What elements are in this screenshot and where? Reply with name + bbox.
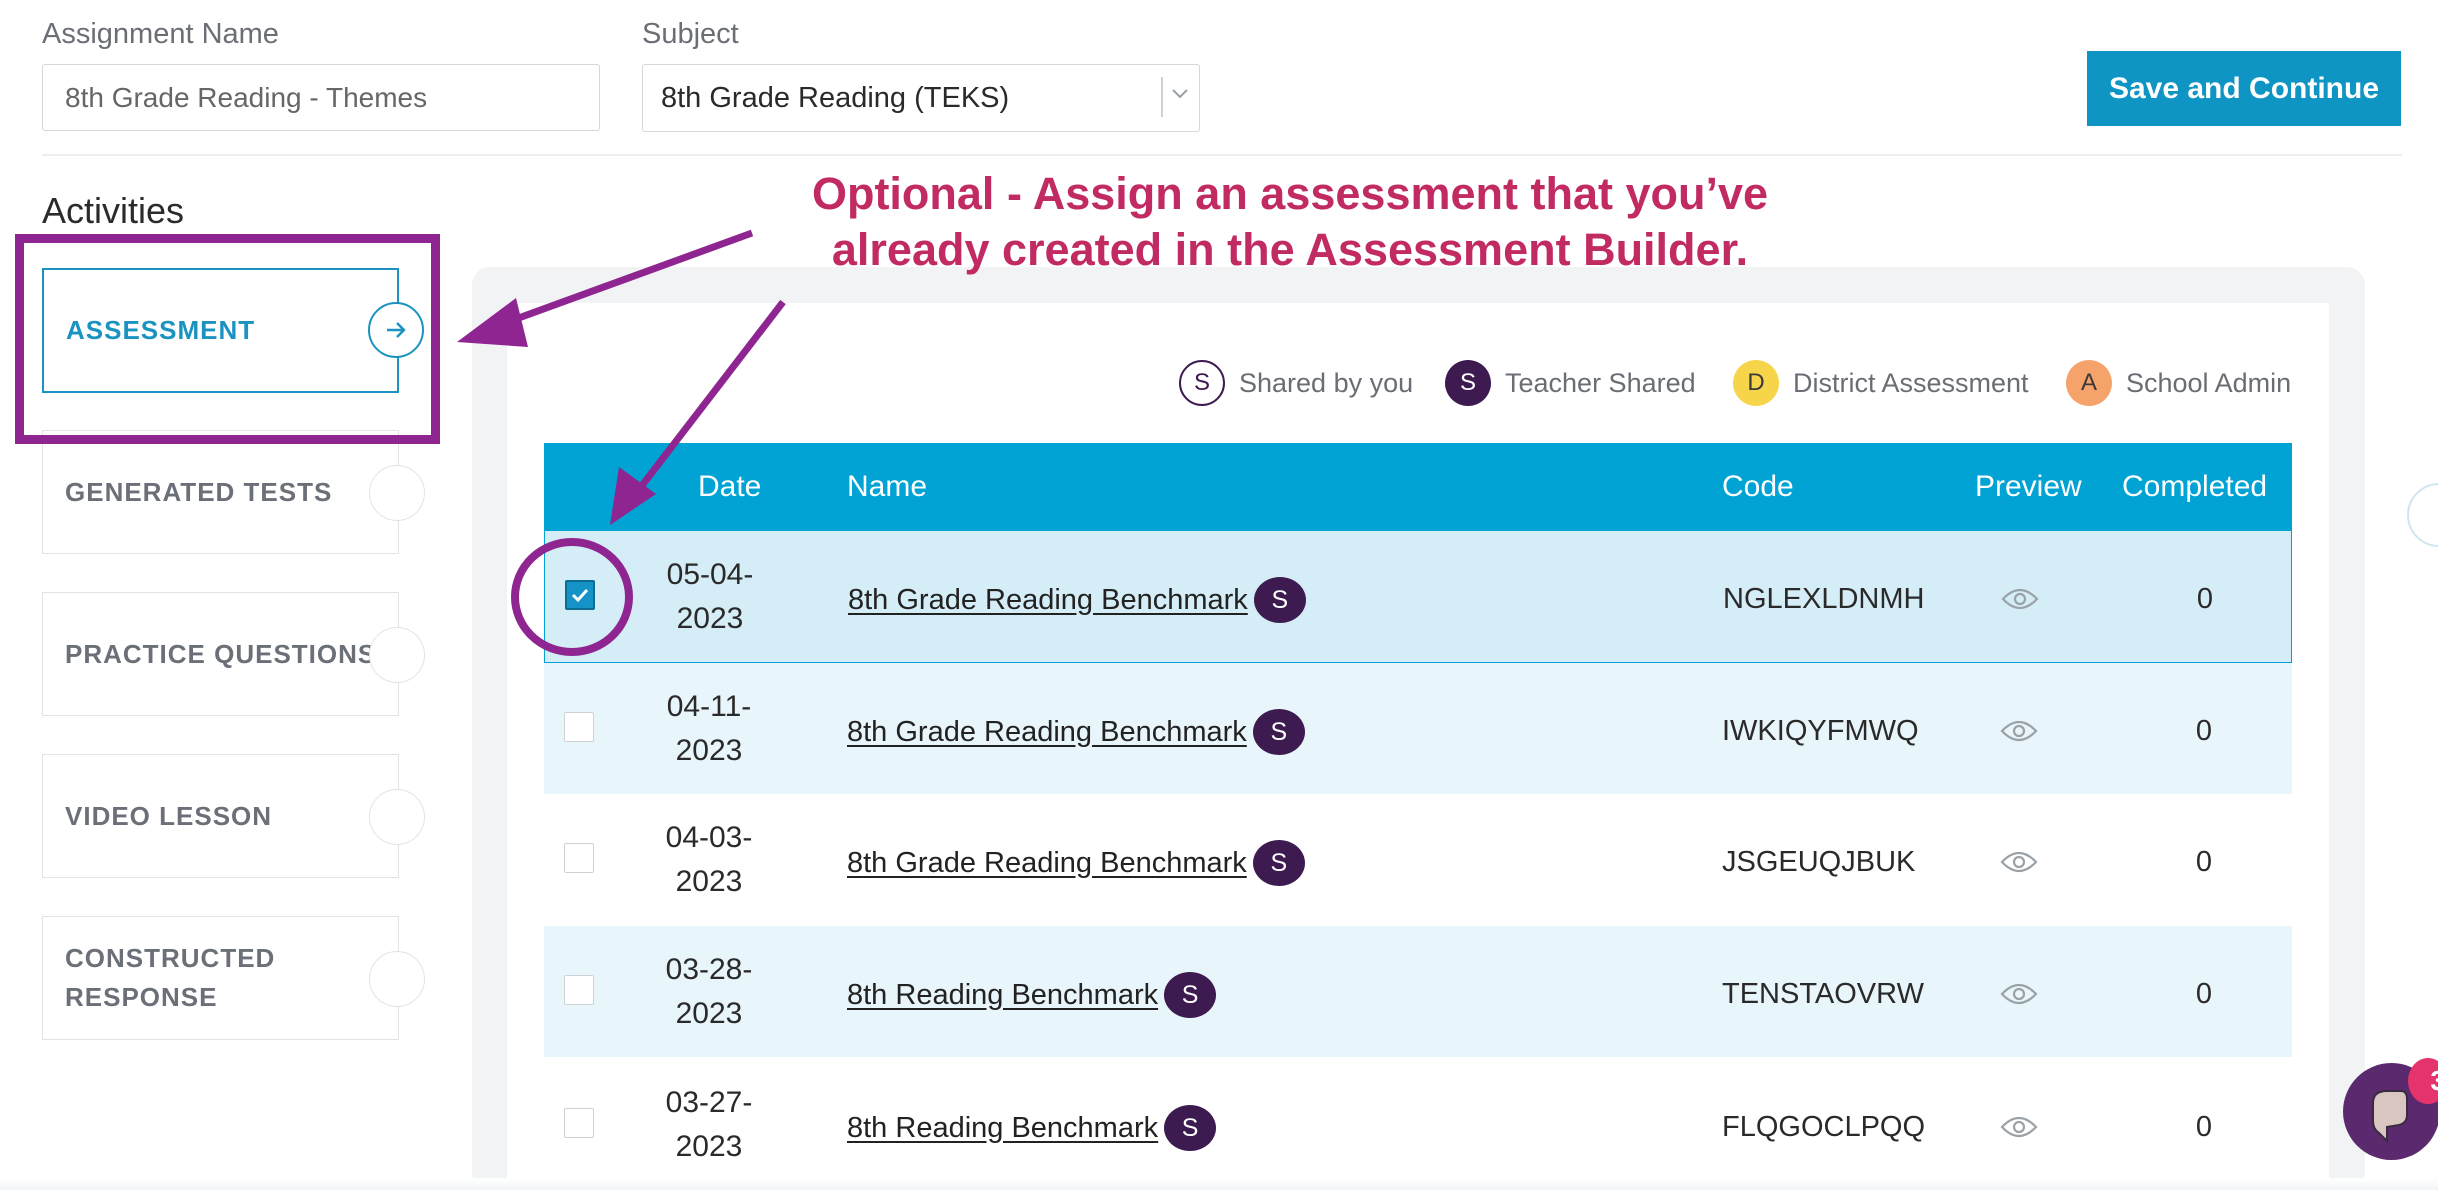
annotation-arrow xyxy=(634,299,786,495)
arrowhead-left-icon xyxy=(457,298,528,347)
bottom-edge xyxy=(0,1178,2438,1190)
annotation-arrows xyxy=(457,229,786,656)
annotation-circle xyxy=(511,538,633,656)
annotation-arrow xyxy=(503,229,754,327)
